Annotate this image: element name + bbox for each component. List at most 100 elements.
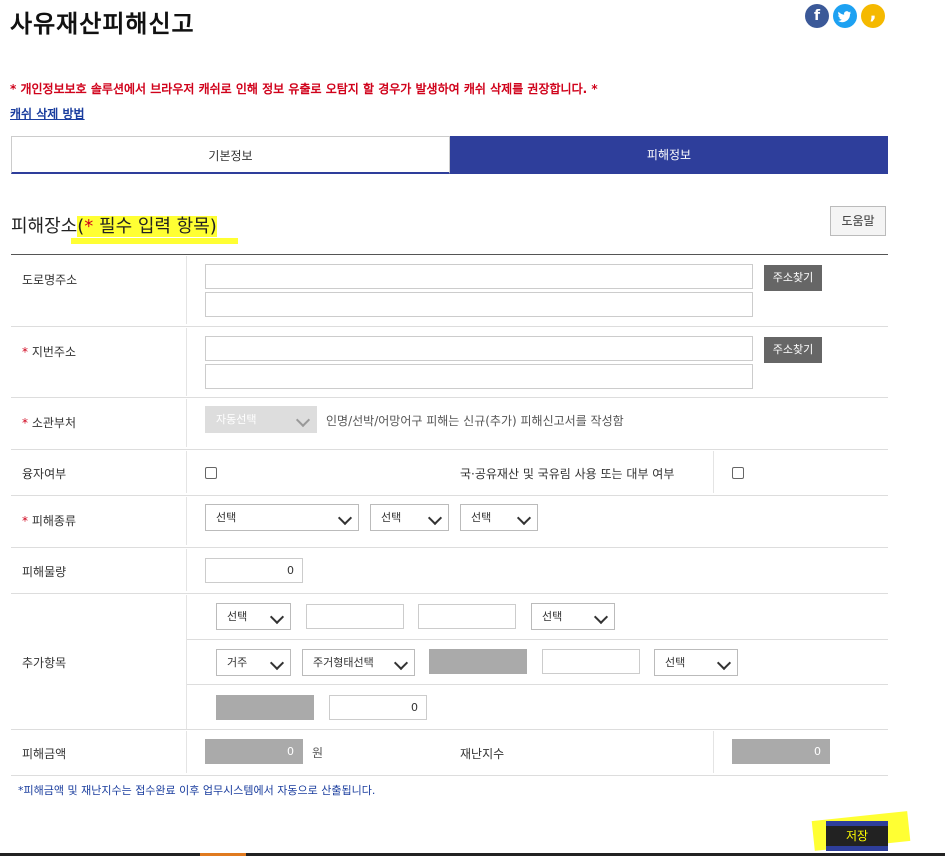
column-divider bbox=[186, 399, 187, 447]
road-address-label: 도로명주소 bbox=[22, 273, 78, 287]
cache-delete-link[interactable]: 캐쉬 삭제 방법 bbox=[10, 105, 85, 122]
additional-select-2[interactable]: 선택 bbox=[531, 603, 615, 630]
department-label: * 소관부처 bbox=[22, 414, 76, 431]
chevron-down-icon bbox=[427, 510, 443, 526]
damage-type-label: * 피해종류 bbox=[22, 512, 76, 529]
column-divider bbox=[186, 451, 187, 493]
select-value: 선택 bbox=[227, 610, 248, 623]
row-divider bbox=[11, 449, 888, 450]
additional-input-2[interactable] bbox=[418, 604, 516, 629]
row-divider bbox=[11, 547, 888, 548]
additional-value-input[interactable]: 0 bbox=[329, 695, 427, 720]
column-divider bbox=[713, 451, 714, 493]
row-divider bbox=[11, 593, 888, 594]
form-top-border bbox=[11, 254, 888, 255]
section-title-text: 피해장소 bbox=[11, 216, 78, 237]
twitter-icon[interactable] bbox=[833, 4, 857, 28]
cache-notice: * 개인정보보호 솔루션에서 브라우저 캐쉬로 인해 정보 유출로 오탐지 할 … bbox=[10, 82, 598, 96]
chevron-down-icon bbox=[269, 655, 285, 671]
select-value: 선택 bbox=[216, 511, 237, 524]
tab-basic-info[interactable]: 기본정보 bbox=[11, 136, 450, 174]
row-divider bbox=[11, 775, 888, 776]
required-mark: * bbox=[22, 514, 28, 528]
damage-amount-label: 피해물량 bbox=[22, 565, 67, 579]
calculation-footnote: *피해금액 및 재난지수는 접수완료 이후 업무시스템에서 자동으로 산출됩니다… bbox=[18, 784, 376, 797]
damage-type-select-3[interactable]: 선택 bbox=[460, 504, 538, 531]
lot-address-input-1[interactable] bbox=[205, 336, 753, 361]
row-divider bbox=[11, 495, 888, 496]
twitter-bird-icon bbox=[838, 11, 851, 23]
cost-unit: 원 bbox=[312, 746, 324, 760]
loan-checkbox[interactable] bbox=[205, 467, 217, 479]
column-divider bbox=[186, 549, 187, 591]
help-button[interactable]: 도움말 bbox=[830, 206, 886, 236]
additional-disabled-input-2 bbox=[216, 695, 314, 720]
chevron-down-icon bbox=[295, 412, 311, 428]
disaster-index-label: 재난지수 bbox=[460, 747, 505, 761]
additional-input-1[interactable] bbox=[306, 604, 404, 629]
chevron-down-icon bbox=[393, 655, 409, 671]
row-divider bbox=[11, 326, 888, 327]
department-label-text: 소관부처 bbox=[31, 416, 76, 430]
select-value: 거주 bbox=[227, 656, 248, 669]
required-note: (* 필수 입력 항목) bbox=[77, 216, 217, 237]
department-select-value: 자동선택 bbox=[216, 413, 257, 426]
required-star: * bbox=[84, 216, 94, 237]
row-divider bbox=[187, 639, 888, 640]
damage-amount-input[interactable]: 0 bbox=[205, 558, 303, 583]
row-divider bbox=[187, 684, 888, 685]
residence-select[interactable]: 거주 bbox=[216, 649, 291, 676]
additional-select-1[interactable]: 선택 bbox=[216, 603, 291, 630]
save-button-label[interactable]: 저장 bbox=[826, 826, 888, 846]
chevron-down-icon bbox=[337, 510, 353, 526]
required-note-text: 필수 입력 항목) bbox=[93, 216, 217, 237]
row-divider bbox=[11, 729, 888, 730]
road-address-input-2[interactable] bbox=[205, 292, 753, 317]
damage-cost-input: 0 bbox=[205, 739, 303, 764]
damage-type-label-text: 피해종류 bbox=[31, 514, 76, 528]
damage-cost-label: 피해금액 bbox=[22, 747, 67, 761]
additional-select-3[interactable]: 선택 bbox=[654, 649, 738, 676]
select-value: 선택 bbox=[542, 610, 563, 623]
required-mark: * bbox=[22, 345, 28, 359]
road-address-input-1[interactable] bbox=[205, 264, 753, 289]
disaster-index-input: 0 bbox=[732, 739, 830, 764]
chevron-down-icon bbox=[269, 609, 285, 625]
required-mark: * bbox=[22, 416, 28, 430]
lot-address-input-2[interactable] bbox=[205, 364, 753, 389]
loan-label: 융자여부 bbox=[22, 467, 67, 481]
highlight-mark bbox=[71, 238, 238, 244]
column-divider bbox=[713, 731, 714, 773]
housing-type-select[interactable]: 주거형태선택 bbox=[302, 649, 415, 676]
column-divider bbox=[186, 497, 187, 545]
page-title: 사유재산피해신고 bbox=[10, 10, 195, 38]
facebook-icon[interactable]: f bbox=[805, 4, 829, 28]
row-divider bbox=[11, 397, 888, 398]
public-use-checkbox[interactable] bbox=[732, 467, 744, 479]
additional-items-label: 추가항목 bbox=[22, 656, 67, 670]
column-divider bbox=[186, 731, 187, 773]
section-title: 피해장소(* 필수 입력 항목) bbox=[11, 212, 217, 238]
chevron-down-icon bbox=[593, 609, 609, 625]
tab-damage-info[interactable]: 피해정보 bbox=[450, 136, 888, 174]
select-value: 선택 bbox=[471, 511, 492, 524]
additional-input-3[interactable] bbox=[542, 649, 640, 674]
column-divider bbox=[186, 595, 187, 729]
damage-type-select-2[interactable]: 선택 bbox=[370, 504, 449, 531]
select-value: 주거형태선택 bbox=[313, 656, 374, 669]
public-use-label: 국·공유재산 및 국유림 사용 또는 대부 여부 bbox=[460, 467, 675, 481]
department-hint: 인명/선박/어망어구 피해는 신규(추가) 피해신고서를 작성함 bbox=[326, 414, 624, 428]
chevron-down-icon bbox=[516, 510, 532, 526]
column-divider bbox=[186, 328, 187, 396]
select-value: 선택 bbox=[381, 511, 402, 524]
department-select[interactable]: 자동선택 bbox=[205, 406, 317, 433]
lot-address-search-button[interactable]: 주소찾기 bbox=[764, 337, 822, 363]
kakao-icon[interactable]: , bbox=[861, 4, 885, 28]
damage-type-select-1[interactable]: 선택 bbox=[205, 504, 359, 531]
select-value: 선택 bbox=[665, 656, 686, 669]
lot-address-label-text: 지번주소 bbox=[31, 345, 76, 359]
additional-disabled-input bbox=[429, 649, 527, 674]
lot-address-label: * 지번주소 bbox=[22, 343, 76, 360]
road-address-search-button[interactable]: 주소찾기 bbox=[764, 265, 822, 291]
column-divider bbox=[186, 256, 187, 324]
